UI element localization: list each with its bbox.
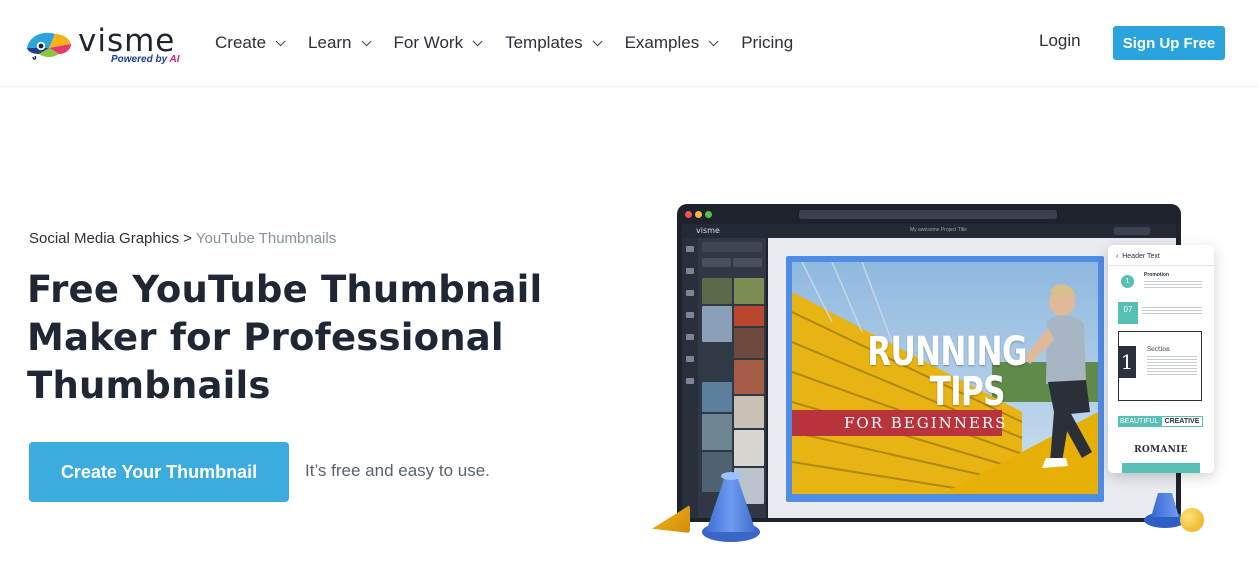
section-number: 1	[1118, 346, 1136, 378]
nav-item-learn[interactable]: Learn	[308, 31, 372, 55]
url-bar	[799, 210, 1057, 219]
chevron-down-icon	[472, 35, 483, 46]
photo-thumbnail	[702, 306, 732, 342]
apps-icon	[686, 378, 694, 384]
nav-item-label: Templates	[505, 33, 583, 52]
nav-item-pricing[interactable]: Pricing	[741, 31, 793, 55]
promo-title: Promotion	[1144, 272, 1169, 278]
close-dot-icon	[685, 211, 692, 218]
logo-tagline-ai: AI	[169, 54, 180, 65]
side-panel-header-text: Header Text	[1122, 253, 1160, 260]
nav-item-label: Create	[215, 33, 267, 52]
create-thumbnail-button[interactable]: Create Your Thumbnail	[29, 442, 289, 502]
romanie-bar	[1122, 463, 1200, 473]
promo-text-lines	[1144, 281, 1202, 289]
nav-item-templates[interactable]: Templates	[505, 31, 603, 55]
thumbnail-headline: RUNNING TIPS	[836, 329, 1027, 415]
thumbnail-page: RUNNING TIPS FOR BEGINNERS	[786, 256, 1104, 502]
project-title: My awesome Project Title	[910, 227, 967, 233]
breadcrumb: Social Media Graphics > YouTube Thumbnails	[29, 230, 336, 247]
date-text-lines	[1142, 307, 1202, 315]
template-side-panel: ‹ Header Text 1 Promotion 07 1 Section B…	[1108, 245, 1214, 473]
section-template-card: 1 Section	[1118, 331, 1202, 401]
nav-item-label: Pricing	[741, 33, 794, 52]
photo-thumbnail	[734, 306, 764, 326]
page-title: Free YouTube Thumbnail Maker for Profess…	[27, 268, 543, 407]
my-images-button	[733, 258, 762, 267]
photo-thumbnail	[734, 278, 764, 304]
section-title: Section	[1147, 346, 1170, 353]
side-panel-divider	[1108, 265, 1214, 266]
chevron-down-icon	[708, 35, 719, 46]
nav-divider	[0, 86, 1259, 87]
blue-cone-top-shape	[721, 472, 741, 480]
creative-label: CREATIVE	[1160, 416, 1204, 427]
editor-mockup-illustration: visme My awesome Project Title RUNNING T…	[648, 200, 1218, 545]
section-text-lines	[1147, 356, 1197, 376]
breadcrumb-current: YouTube Thumbnails	[195, 230, 337, 247]
photo-thumbnail	[734, 396, 764, 428]
maximize-dot-icon	[705, 211, 712, 218]
yellow-cone-shape	[652, 505, 690, 533]
laptop-screen: visme My awesome Project Title RUNNING T…	[677, 204, 1181, 522]
nav-item-examples[interactable]: Examples	[624, 31, 719, 55]
chevron-down-icon	[275, 35, 286, 46]
logo-tagline-prefix: Powered by	[111, 54, 170, 65]
logo-tagline: Powered by AI	[111, 54, 180, 65]
photo-search-input	[702, 242, 762, 252]
thumbnail-headline-line-1: RUNNING	[867, 329, 1027, 375]
chevron-down-icon	[361, 35, 372, 46]
window-titlebar	[677, 204, 1181, 224]
side-panel-header: ‹ Header Text	[1116, 253, 1160, 260]
basics-icon	[686, 246, 694, 252]
thumbnail-banner-text: FOR BEGINNERS	[844, 414, 1008, 432]
nav-item-label: Learn	[308, 33, 352, 52]
photo-thumbnail	[702, 278, 732, 304]
media-icon	[686, 334, 694, 340]
nav-item-label: For Work	[393, 33, 464, 52]
editor-toolbar: visme My awesome Project Title	[682, 224, 1176, 238]
sign-up-button[interactable]: Sign Up Free	[1113, 26, 1225, 60]
photo-thumbnail	[702, 414, 732, 450]
visme-logo[interactable]: visme Powered by AI	[25, 24, 185, 68]
photo-thumbnail	[702, 344, 732, 380]
photo-thumbnail	[734, 328, 764, 358]
visme-logo-icon	[27, 32, 71, 60]
cta-note: It’s free and easy to use.	[305, 461, 490, 480]
romanie-label: ROMANIE	[1134, 445, 1188, 455]
beautiful-creative-block: BEAUTIFUL CREATIVE	[1118, 416, 1204, 427]
graphics-icon	[686, 268, 694, 274]
breadcrumb-parent-link[interactable]: Social Media Graphics	[29, 230, 179, 247]
date-badge: 07	[1118, 302, 1138, 324]
photos-icon	[686, 290, 694, 296]
editor-icon-rail	[682, 238, 698, 518]
photo-thumbnail	[734, 430, 764, 466]
share-button	[1114, 227, 1150, 235]
upload-button	[702, 258, 731, 267]
logo-wordmark: visme	[78, 23, 176, 59]
main-menu: Create Learn For Work Templates Examples…	[215, 31, 819, 55]
photo-thumbnail	[702, 382, 732, 412]
stadium-photo: RUNNING TIPS FOR BEGINNERS	[792, 262, 1098, 494]
promo-number-badge: 1	[1121, 275, 1134, 288]
nav-item-create[interactable]: Create	[215, 31, 286, 55]
top-navigation: visme Powered by AI Create Learn For Wor…	[0, 0, 1259, 86]
photo-thumbnail	[734, 360, 764, 394]
editor-brand: visme	[696, 226, 720, 235]
thumbnail-headline-line-2: TIPS	[929, 369, 1006, 415]
beautiful-label: BEAUTIFUL	[1118, 416, 1161, 427]
yellow-ball-shape	[1180, 508, 1204, 532]
login-link[interactable]: Login	[1039, 31, 1081, 51]
minimize-dot-icon	[695, 211, 702, 218]
nav-item-label: Examples	[624, 33, 700, 52]
nav-item-for-work[interactable]: For Work	[393, 31, 483, 55]
breadcrumb-separator: >	[183, 230, 192, 247]
data-icon	[686, 312, 694, 318]
chevron-down-icon	[592, 35, 603, 46]
theme-icon	[686, 356, 694, 362]
